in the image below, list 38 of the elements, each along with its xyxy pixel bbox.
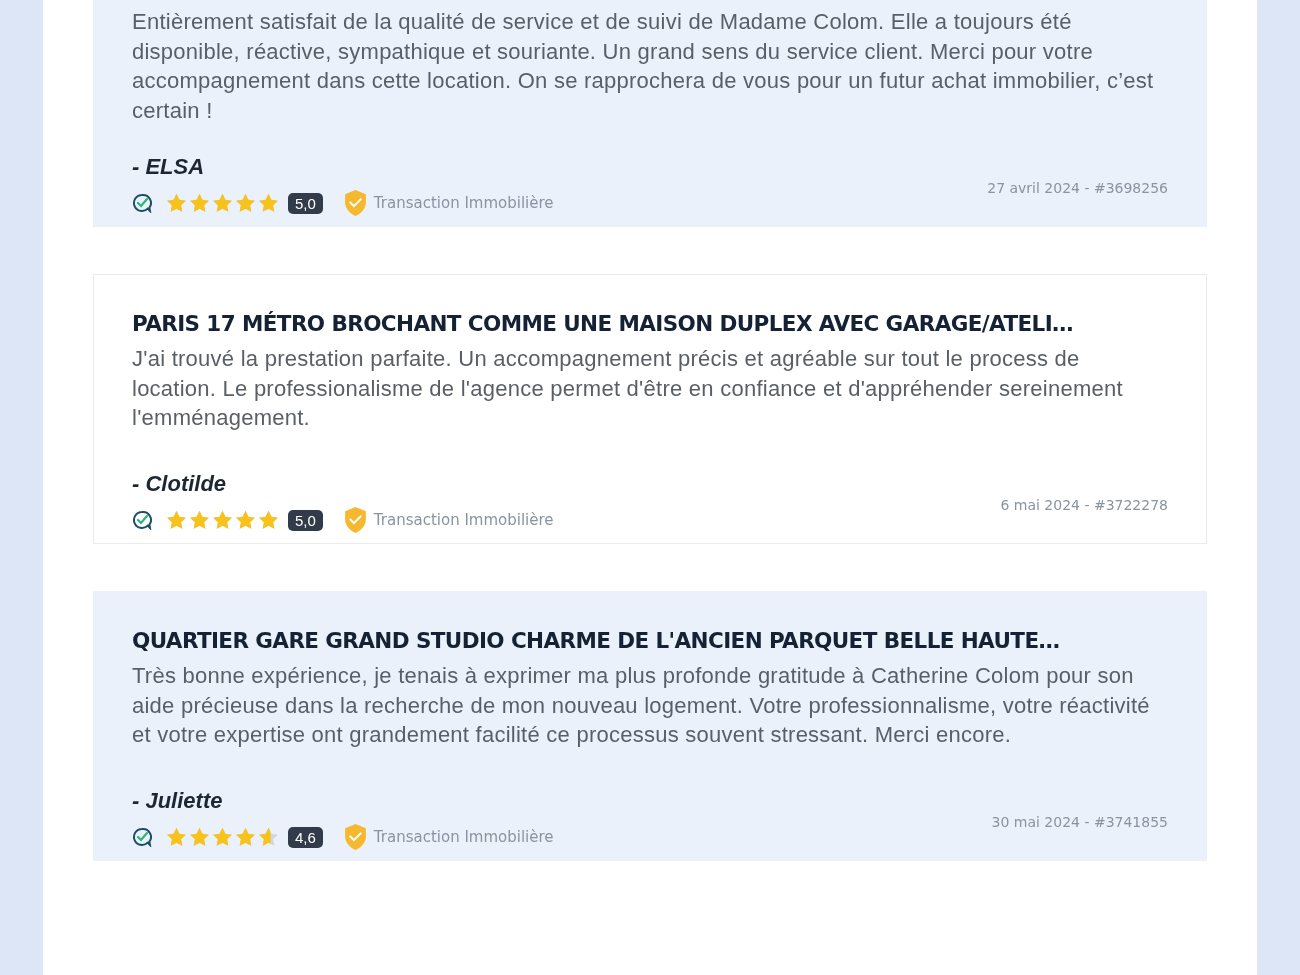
review-date-reference: 30 mai 2024 - #3741855	[991, 814, 1168, 830]
verified-check-icon	[132, 193, 152, 213]
review-date-reference: 6 mai 2024 - #3722278	[1000, 497, 1168, 513]
shield-check-icon	[342, 189, 368, 217]
review-category: Transaction Immobilière	[373, 828, 554, 846]
star-icon	[258, 193, 279, 213]
star-icon	[212, 827, 233, 847]
shield-check-icon	[342, 506, 368, 534]
review-category: Transaction Immobilière	[373, 194, 554, 212]
star-icon	[235, 510, 256, 530]
shield-check-icon	[342, 823, 368, 851]
review-author: - Clotilde	[132, 471, 228, 497]
star-icon	[258, 510, 279, 530]
star-icon	[258, 827, 279, 847]
review-category: Transaction Immobilière	[373, 511, 554, 529]
review-text: Très bonne expérience, je tenais à exprimer ma plus profonde gratitude à Catherine Colom pour son aide précieuse dans la recherche de mon nouveau logement. Votre professionnalisme, votre réactivité et votre expertise ont grandement facilité ce processus souvent stressant. Merci encore.	[132, 662, 1151, 749]
rating-score: 4,6	[288, 826, 323, 848]
star-icon	[235, 827, 256, 847]
rating-score: 5,0	[288, 509, 323, 531]
star-icon	[166, 827, 187, 847]
star-icon	[212, 193, 233, 213]
star-icon	[166, 510, 187, 530]
review-author: - Juliette	[132, 788, 224, 814]
review-date-reference: 27 avril 2024 - #3698256	[987, 180, 1168, 196]
star-icon	[189, 827, 210, 847]
star-icon	[235, 193, 256, 213]
rating-score: 5,0	[288, 192, 323, 214]
review-author: - ELSA	[132, 154, 206, 180]
verified-check-icon	[132, 510, 152, 530]
review-text: J'ai trouvé la prestation parfaite. Un accompagnement précis et agréable sur tout le process de location. Le professionalisme de l'agence permet d'être en confiance et d'appréhender sereinement l'emménagement.	[132, 345, 1124, 432]
star-icon	[212, 510, 233, 530]
star-icon	[189, 510, 210, 530]
review-text: Entièrement satisfait de la qualité de service et de suivi de Madame Colom. Elle a toujours été disponible, réactive, sympathique et souriante. Un grand sens du service client. Merci pour votre accompagnement dans cette location. On se rapprochera de vous pour un futur achat immobilier, c’est certain !	[132, 8, 1155, 125]
verified-check-icon	[132, 827, 152, 847]
star-icon	[166, 193, 187, 213]
star-icon	[189, 193, 210, 213]
review-title: QUARTIER GARE GRAND STUDIO CHARME DE L'ANCIEN PARQUET BELLE HAUTE…	[132, 628, 1061, 653]
review-title: PARIS 17 MÉTRO BROCHANT COMME UNE MAISON DUPLEX AVEC GARAGE/ATELI…	[132, 311, 1074, 336]
